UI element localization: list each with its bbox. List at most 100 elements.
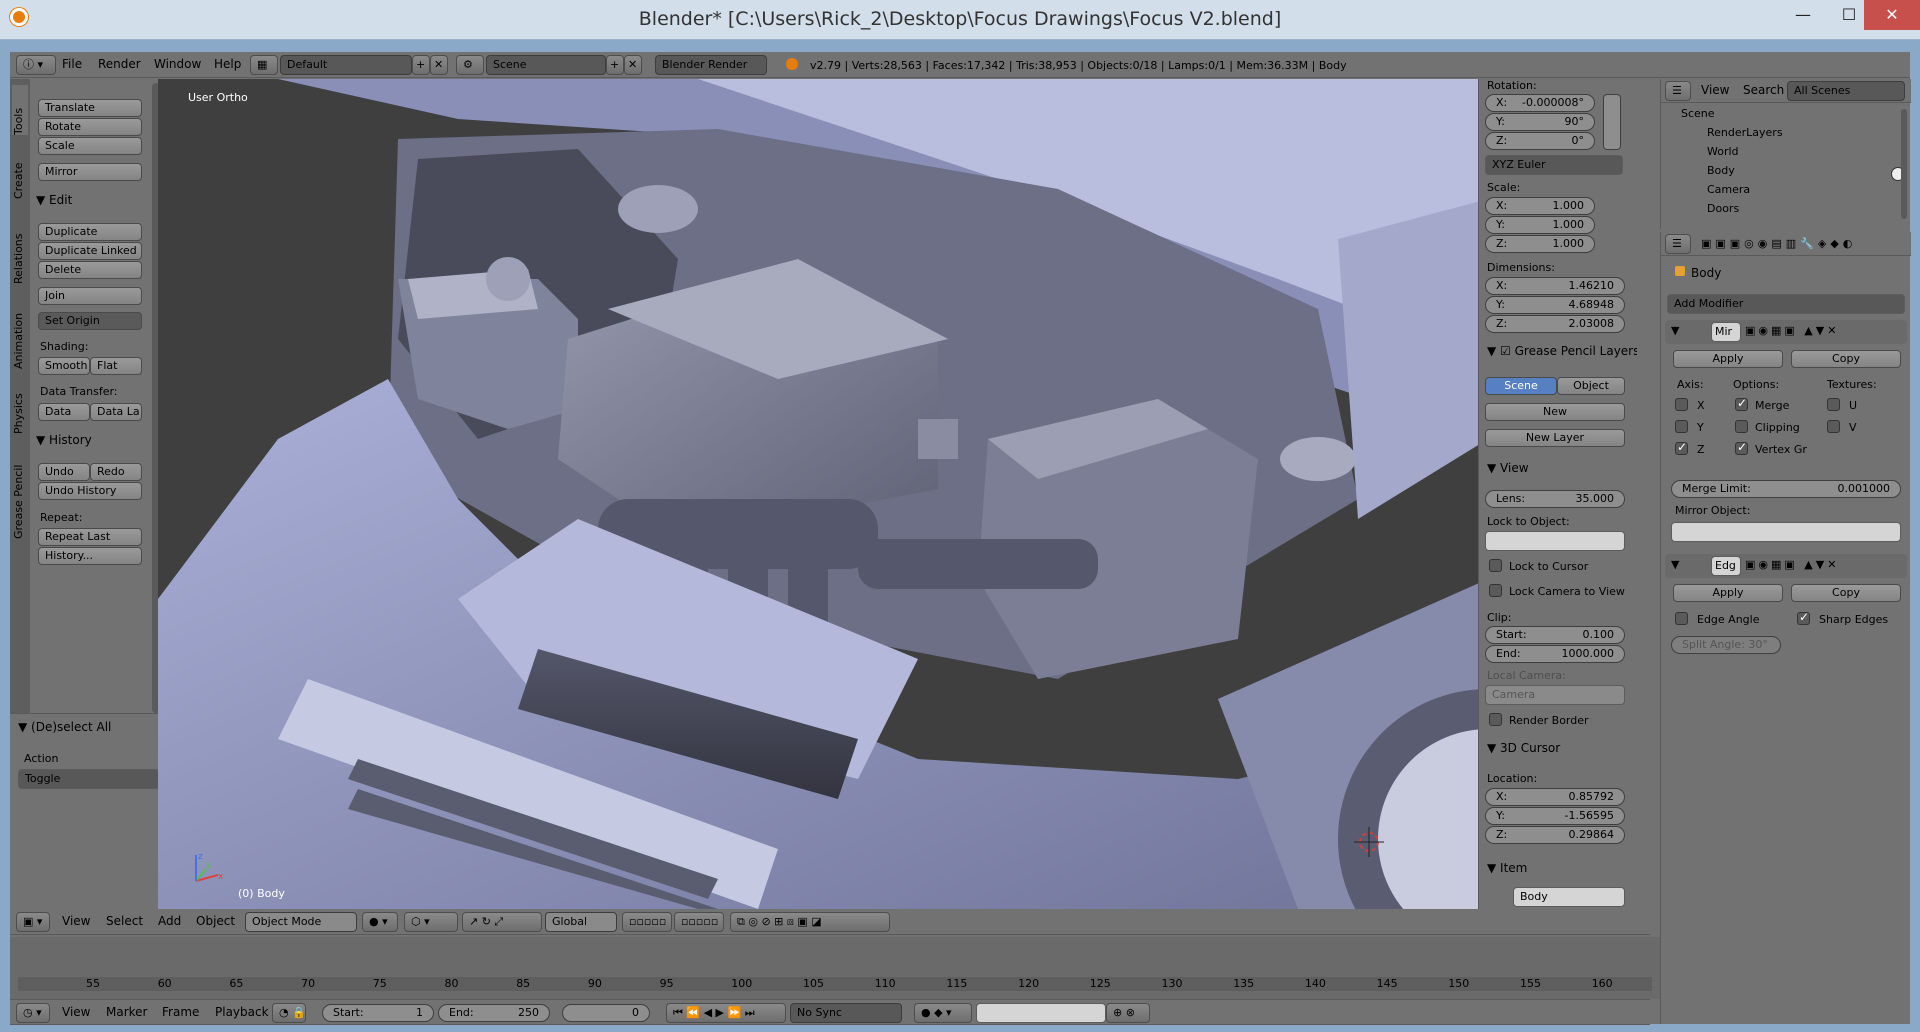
merge-checkbox[interactable] — [1735, 396, 1748, 411]
join-button[interactable]: Join — [38, 287, 142, 305]
split-angle-field[interactable]: Split Angle: 30° — [1671, 636, 1781, 654]
item-name-field[interactable]: Body — [1513, 887, 1625, 907]
axis-y-checkbox[interactable] — [1675, 420, 1688, 433]
outliner-menu-search[interactable]: Search — [1743, 83, 1784, 97]
rotation-x-field[interactable]: X: -0.000008° — [1485, 94, 1595, 112]
lock-to-object-field[interactable] — [1485, 531, 1625, 551]
tab-relations[interactable]: Relations — [12, 204, 28, 284]
layers-grid-1[interactable]: ▫▫▫▫▫ — [622, 912, 672, 932]
set-origin-select[interactable]: Set Origin — [38, 312, 142, 330]
translate-button[interactable]: Translate — [38, 99, 142, 117]
delete-button[interactable]: Delete — [38, 261, 142, 279]
edge-split-modifier-header[interactable]: ▼ Edg ▣◉▦▣ ▲▼✕ — [1665, 554, 1907, 578]
local-camera-field[interactable]: Camera — [1485, 685, 1625, 705]
cursor-y-field[interactable]: Y: -1.56595 — [1485, 807, 1625, 825]
undo-button[interactable]: Undo — [38, 463, 90, 481]
timeline-editor-type-button[interactable]: ◷ ▾ — [16, 1003, 50, 1023]
clipping-checkbox[interactable] — [1735, 420, 1748, 433]
tab-grease-pencil[interactable]: Grease Pencil — [12, 439, 28, 539]
mirror-modifier-header[interactable]: ▼ Mir ▣◉▦▣ ▲▼✕ — [1665, 320, 1907, 344]
action-select[interactable]: Toggle — [18, 769, 160, 789]
redo-button[interactable]: Redo — [90, 463, 142, 481]
screen-layout-field[interactable]: Default — [280, 55, 412, 75]
scale-button[interactable]: Scale — [38, 137, 142, 155]
rotation-mode-select[interactable]: XYZ Euler — [1485, 155, 1623, 175]
tab-physics[interactable]: Physics — [12, 374, 28, 434]
menu-select[interactable]: Select — [106, 914, 143, 928]
data-button[interactable]: Data — [38, 403, 90, 421]
properties-tabs[interactable]: ☰ ▣▣▣◎◉▤▥🔧◈◆◐ — [1661, 232, 1911, 256]
outliner-scrollbar[interactable] — [1901, 109, 1907, 219]
menu-view[interactable]: View — [62, 914, 90, 928]
menu-file[interactable]: File — [62, 57, 82, 71]
minimize-button[interactable]: — — [1780, 0, 1826, 30]
screen-layout-icon[interactable]: ▦ — [250, 55, 278, 75]
clip-start-field[interactable]: Start: 0.100 — [1485, 626, 1625, 644]
rotation-z-field[interactable]: Z: 0° — [1485, 132, 1595, 150]
menu-help[interactable]: Help — [214, 57, 241, 71]
mirror-apply-button[interactable]: Apply — [1673, 350, 1783, 368]
remove-screen-icon[interactable]: ✕ — [430, 55, 448, 75]
edge-split-collapse-icon[interactable]: ▼ — [1671, 558, 1679, 571]
edge-split-copy-button[interactable]: Copy — [1791, 584, 1901, 602]
edge-split-modifier-name[interactable]: Edg — [1711, 556, 1741, 576]
merge-limit-field[interactable]: Merge Limit: 0.001000 — [1671, 480, 1901, 498]
edit-section-header[interactable]: ▼ Edit — [36, 193, 72, 207]
view3d-editor-type-button[interactable]: ▣ ▾ — [16, 912, 50, 932]
outliner-item-body[interactable]: Body — [1707, 164, 1735, 177]
render-border-checkbox[interactable] — [1489, 713, 1502, 726]
gp-new-button[interactable]: New — [1485, 403, 1625, 421]
pivot-select[interactable]: ⬡ ▾ — [404, 912, 458, 932]
current-frame-field[interactable]: 0 — [562, 1004, 650, 1022]
timeline-menu-view[interactable]: View — [62, 1005, 90, 1019]
duplicate-linked-button[interactable]: Duplicate Linked — [38, 242, 142, 260]
scale-z-field[interactable]: Z: 1.000 — [1485, 235, 1595, 253]
manipulator-buttons[interactable]: ↗ ↻ ⤢ — [462, 912, 542, 932]
lens-field[interactable]: Lens: 35.000 — [1485, 490, 1625, 508]
gp-scene-tab[interactable]: Scene — [1485, 377, 1557, 395]
view-section-header[interactable]: ▼ View — [1487, 461, 1529, 475]
scale-y-field[interactable]: Y: 1.000 — [1485, 216, 1595, 234]
mirror-object-field[interactable] — [1671, 522, 1901, 542]
rotation-y-field[interactable]: Y: 90° — [1485, 113, 1595, 131]
add-screen-icon[interactable]: + — [412, 55, 430, 75]
edge-angle-checkbox[interactable] — [1675, 612, 1688, 625]
timeline-menu-playback[interactable]: Playback — [215, 1005, 269, 1019]
mirror-modifier-toggles[interactable]: ▣◉▦▣ ▲▼✕ — [1745, 324, 1839, 337]
axis-x-checkbox[interactable] — [1675, 398, 1688, 411]
operator-header[interactable]: ▼ (De)select All — [18, 720, 111, 734]
playback-controls[interactable]: ⏮ ⏪ ◀ ▶ ⏩ ⏭ — [666, 1003, 786, 1023]
flat-button[interactable]: Flat — [90, 357, 142, 375]
rotation-lock-icons[interactable] — [1603, 94, 1621, 150]
shading-select[interactable]: ● ▾ — [362, 912, 398, 932]
repeat-last-button[interactable]: Repeat Last — [38, 528, 142, 546]
mirror-button[interactable]: Mirror — [38, 163, 142, 181]
3d-viewport[interactable]: User Ortho (0) Body x y z — [158, 79, 1488, 909]
cursor-x-field[interactable]: X: 0.85792 — [1485, 788, 1625, 806]
menu-render[interactable]: Render — [98, 57, 141, 71]
tab-tools[interactable]: Tools — [12, 85, 28, 135]
start-frame-field[interactable]: Start: 1 — [322, 1004, 434, 1022]
mirror-modifier-name[interactable]: Mir — [1711, 322, 1741, 342]
sync-select[interactable]: No Sync — [790, 1003, 902, 1023]
mirror-collapse-icon[interactable]: ▼ — [1671, 324, 1679, 337]
edge-split-modifier-toggles[interactable]: ▣◉▦▣ ▲▼✕ — [1745, 558, 1839, 571]
remove-scene-icon[interactable]: ✕ — [624, 55, 642, 75]
outliner-item-camera[interactable]: Camera — [1707, 183, 1750, 196]
close-button[interactable]: ✕ — [1864, 0, 1920, 30]
axis-z-checkbox[interactable] — [1675, 440, 1688, 455]
dimension-x-field[interactable]: X: 1.46210 — [1485, 277, 1625, 295]
rotate-button[interactable]: Rotate — [38, 118, 142, 136]
3d-cursor-header[interactable]: ▼ 3D Cursor — [1487, 741, 1560, 755]
smooth-button[interactable]: Smooth — [38, 357, 90, 375]
vertex-groups-checkbox[interactable] — [1735, 440, 1748, 455]
undo-history-button[interactable]: Undo History — [38, 482, 142, 500]
scene-icon[interactable]: ⚙ — [456, 55, 484, 75]
mirror-copy-button[interactable]: Copy — [1791, 350, 1901, 368]
sharp-edges-checkbox[interactable] — [1797, 610, 1810, 625]
edge-split-apply-button[interactable]: Apply — [1673, 584, 1783, 602]
grease-pencil-header[interactable]: ▼ ☑ Grease Pencil Layers — [1487, 344, 1637, 358]
mode-select[interactable]: Object Mode — [245, 912, 357, 932]
add-scene-icon[interactable]: + — [606, 55, 624, 75]
history-button[interactable]: History... — [38, 547, 142, 565]
